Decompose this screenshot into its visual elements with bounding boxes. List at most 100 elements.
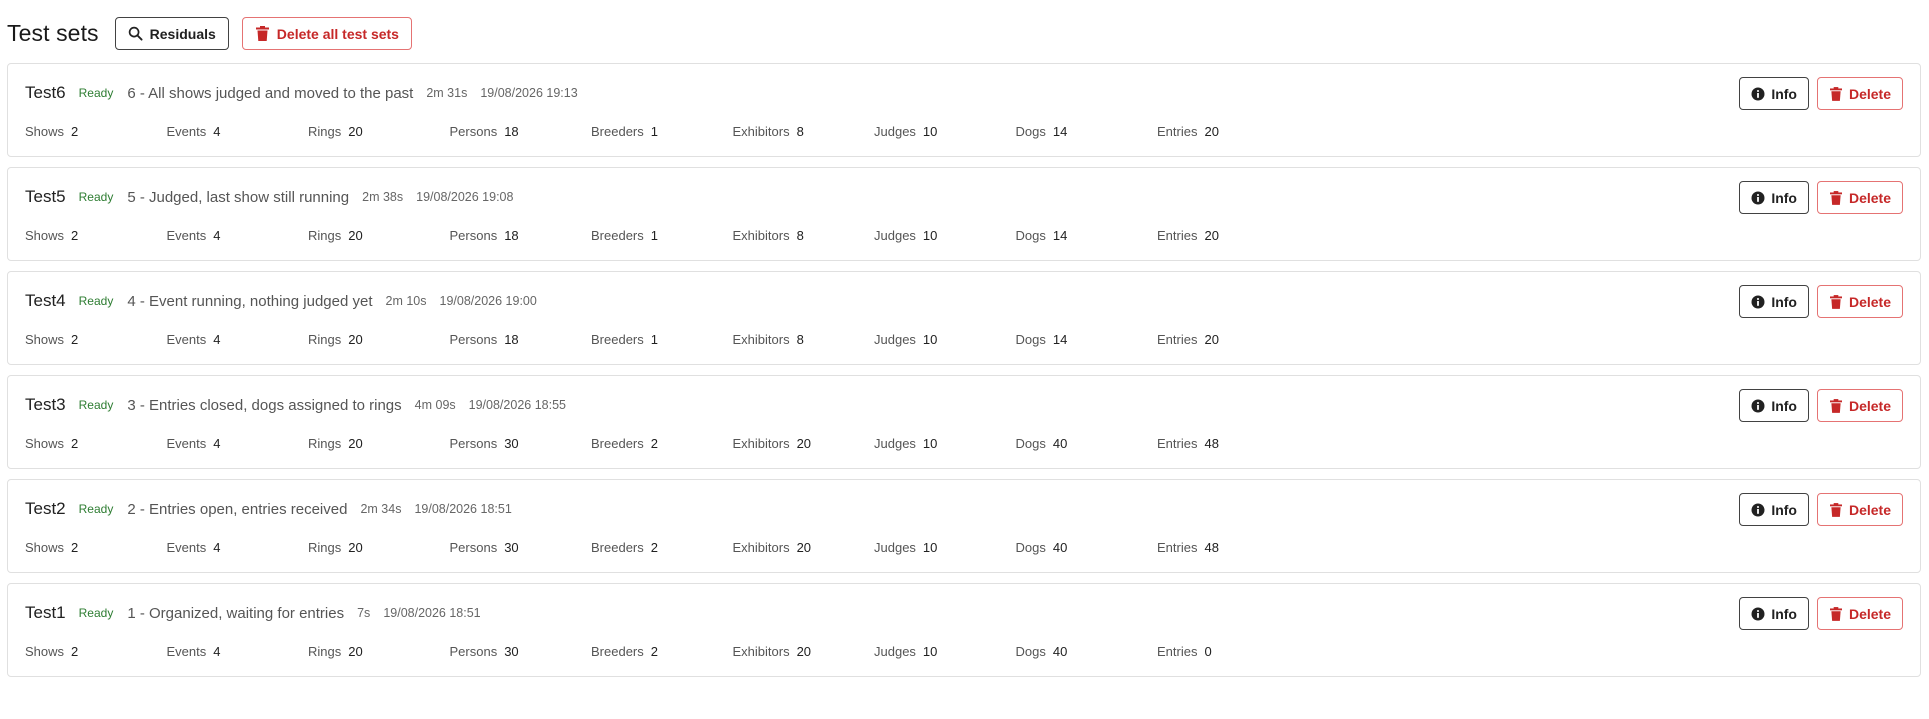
residuals-label: Residuals (149, 25, 216, 42)
stat-label: Rings (308, 540, 342, 555)
test-set-card: Test1 Ready 1 - Organized, waiting for e… (7, 583, 1921, 677)
created-date: 19/08/2026 18:51 (383, 606, 481, 620)
stat-value: 4 (213, 436, 221, 451)
stat-rings: Rings 20 (308, 436, 363, 451)
stat-judges: Judges 10 (874, 644, 937, 659)
search-icon (128, 26, 144, 42)
stat-persons: Persons 30 (450, 540, 519, 555)
stat-entries: Entries 20 (1157, 228, 1219, 243)
info-button[interactable]: Info (1739, 493, 1809, 526)
test-set-name: Test2 (25, 499, 66, 518)
stat-label: Rings (308, 644, 342, 659)
stat-breeders: Breeders 1 (591, 124, 658, 139)
delete-button[interactable]: Delete (1816, 181, 1903, 214)
stat-label: Persons (449, 332, 498, 347)
status-badge: Ready (78, 606, 114, 620)
stat-persons: Persons 30 (450, 436, 519, 451)
created-date: 19/08/2026 19:08 (416, 190, 514, 204)
stat-label: Shows (25, 124, 65, 139)
stat-label: Breeders (591, 332, 644, 347)
stat-value: 20 (348, 332, 363, 347)
duration: 2m 10s (385, 294, 427, 308)
stat-label: Shows (25, 436, 65, 451)
stat-label: Entries (1157, 332, 1198, 347)
delete-all-label: Delete all test sets (276, 25, 399, 42)
stat-label: Dogs (1015, 540, 1046, 555)
stat-label: Rings (308, 228, 342, 243)
status-badge: Ready (78, 398, 114, 412)
info-label: Info (1771, 397, 1797, 414)
delete-label: Delete (1848, 605, 1891, 622)
info-circle-icon (1751, 399, 1765, 413)
stat-judges: Judges 10 (874, 540, 937, 555)
stat-value: 10 (922, 644, 938, 659)
stat-judges: Judges 10 (874, 436, 937, 451)
stat-events: Events 4 (167, 124, 221, 139)
delete-button[interactable]: Delete (1816, 389, 1903, 422)
stat-label: Entries (1157, 644, 1198, 659)
stat-exhibitors: Exhibitors 8 (733, 332, 804, 347)
stat-value: 4 (213, 332, 221, 347)
stat-value: 18 (504, 124, 519, 139)
stat-label: Rings (308, 124, 342, 139)
stat-value: 20 (1204, 332, 1219, 347)
delete-label: Delete (1848, 397, 1891, 414)
stat-value: 10 (922, 540, 938, 555)
stat-label: Entries (1157, 436, 1198, 451)
stat-breeders: Breeders 2 (591, 540, 658, 555)
stat-dogs: Dogs 14 (1016, 124, 1068, 139)
stat-label: Dogs (1015, 124, 1046, 139)
stat-value: 4 (213, 644, 221, 659)
stat-shows: Shows 2 (25, 540, 78, 555)
stat-dogs: Dogs 40 (1016, 644, 1068, 659)
test-set-description: 4 - Event running, nothing judged yet (127, 292, 373, 310)
stat-value: 14 (1052, 332, 1068, 347)
test-set-card: Test3 Ready 3 - Entries closed, dogs ass… (7, 375, 1921, 469)
stat-shows: Shows 2 (25, 124, 78, 139)
test-set-description: 3 - Entries closed, dogs assigned to rin… (127, 396, 402, 414)
stat-entries: Entries 20 (1157, 124, 1219, 139)
stat-label: Judges (874, 540, 916, 555)
stat-entries: Entries 48 (1157, 540, 1219, 555)
stat-label: Events (166, 228, 207, 243)
stat-shows: Shows 2 (25, 332, 78, 347)
trash-icon (1829, 86, 1843, 101)
stat-value: 2 (71, 436, 79, 451)
delete-button[interactable]: Delete (1816, 77, 1903, 110)
stat-label: Entries (1157, 124, 1198, 139)
stat-value: 20 (796, 540, 812, 555)
delete-button[interactable]: Delete (1816, 285, 1903, 318)
created-date: 19/08/2026 19:00 (439, 294, 537, 308)
info-button[interactable]: Info (1739, 77, 1809, 110)
stat-exhibitors: Exhibitors 8 (733, 228, 804, 243)
stat-value: 2 (650, 644, 658, 659)
info-button[interactable]: Info (1739, 597, 1809, 630)
stat-label: Persons (449, 228, 498, 243)
stat-value: 8 (796, 228, 804, 243)
stat-value: 1 (650, 228, 658, 243)
stat-label: Persons (449, 540, 498, 555)
stat-label: Persons (449, 436, 498, 451)
stat-value: 2 (650, 436, 658, 451)
residuals-button[interactable]: Residuals (114, 17, 229, 50)
info-button[interactable]: Info (1739, 181, 1809, 214)
stat-breeders: Breeders 1 (591, 332, 658, 347)
stat-value: 10 (922, 332, 938, 347)
delete-button[interactable]: Delete (1816, 493, 1903, 526)
trash-icon (1829, 502, 1843, 517)
info-label: Info (1771, 605, 1797, 622)
duration: 7s (357, 606, 371, 620)
test-set-name: Test3 (25, 395, 66, 414)
test-set-card: Test5 Ready 5 - Judged, last show still … (7, 167, 1921, 261)
stat-label: Breeders (591, 436, 644, 451)
info-button[interactable]: Info (1739, 285, 1809, 318)
stat-label: Persons (449, 124, 498, 139)
stat-value: 20 (348, 436, 363, 451)
stat-value: 2 (71, 228, 79, 243)
stat-value: 40 (1052, 540, 1068, 555)
delete-button[interactable]: Delete (1816, 597, 1903, 630)
stat-dogs: Dogs 40 (1016, 540, 1068, 555)
info-button[interactable]: Info (1739, 389, 1809, 422)
delete-all-button[interactable]: Delete all test sets (241, 17, 412, 50)
test-set-description: 6 - All shows judged and moved to the pa… (127, 84, 414, 102)
